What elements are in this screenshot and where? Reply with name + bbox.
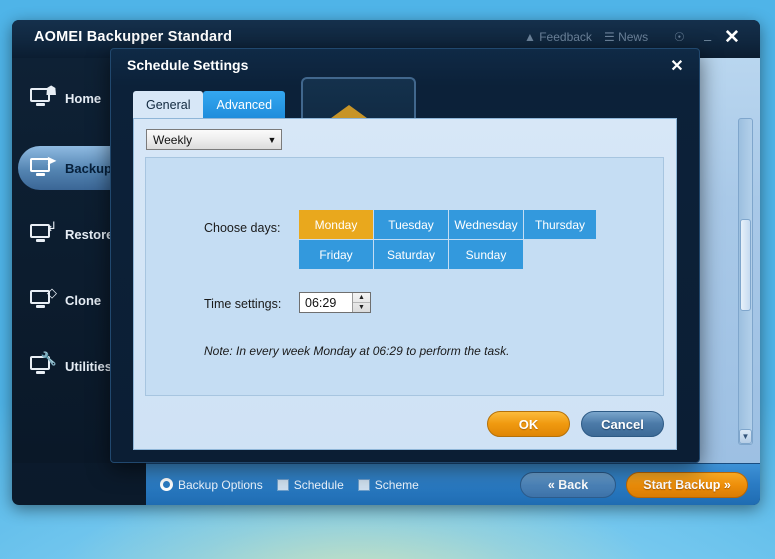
scrollbar-thumb[interactable] xyxy=(740,219,751,311)
gear-icon xyxy=(160,478,173,491)
time-stepper[interactable]: ▲ ▼ xyxy=(352,293,370,312)
dialog-tabs: General Advanced xyxy=(133,91,286,118)
checkbox-icon xyxy=(357,478,370,491)
choose-days-label: Choose days: xyxy=(204,221,281,235)
frequency-select[interactable]: Weekly ▼ xyxy=(146,129,282,150)
dialog-close-button[interactable]: ✕ xyxy=(667,57,687,77)
window-close-button[interactable]: ✕ xyxy=(720,26,744,50)
back-button[interactable]: « Back xyxy=(520,471,616,498)
tab-general[interactable]: General xyxy=(133,91,204,118)
day-button-sunday[interactable]: Sunday xyxy=(449,240,523,269)
day-button-friday[interactable]: Friday xyxy=(299,240,373,269)
monitor-restore-icon: ↲ xyxy=(30,220,57,245)
desktop-background: AOMEI Backupper Standard ▲ Feedback ☰ Ne… xyxy=(0,0,775,559)
time-input[interactable]: 06:29 ▲ ▼ xyxy=(299,292,371,313)
monitor-backup-icon: ➤ xyxy=(30,154,57,179)
day-button-thursday[interactable]: Thursday xyxy=(524,210,596,239)
sidebar-item-label: Restore xyxy=(65,226,114,242)
schedule-checkbox[interactable]: Schedule xyxy=(276,477,344,492)
scheme-checkbox[interactable]: Scheme xyxy=(357,477,419,492)
day-button-monday[interactable]: Monday xyxy=(299,210,373,239)
scroll-down-arrow[interactable]: ▼ xyxy=(739,429,752,444)
spin-up-icon[interactable]: ▲ xyxy=(353,293,370,303)
schedule-panel: Choose days: Monday Tuesday Wednesday Th… xyxy=(145,157,664,396)
frequency-value: Weekly xyxy=(153,132,193,147)
feedback-icon[interactable]: ▲ Feedback xyxy=(524,30,592,44)
sidebar-item-label: Home xyxy=(65,90,102,106)
minimize-button[interactable]: – xyxy=(704,32,711,47)
help-icon[interactable]: ☉ xyxy=(674,30,685,44)
schedule-label: Schedule xyxy=(293,477,344,492)
sidebar-item-label: Utilities xyxy=(65,358,112,374)
dialog-title: Schedule Settings xyxy=(127,57,249,73)
chevron-down-icon: ▼ xyxy=(267,134,277,145)
monitor-wrench-icon: 🔧 xyxy=(30,352,57,377)
scheme-label: Scheme xyxy=(374,477,419,492)
schedule-note: Note: In every week Monday at 06:29 to p… xyxy=(204,344,510,358)
backup-options-label: Backup Options xyxy=(178,477,263,492)
day-button-saturday[interactable]: Saturday xyxy=(374,240,448,269)
news-icon[interactable]: ☰ News xyxy=(604,30,648,44)
checkbox-icon xyxy=(276,478,289,491)
sidebar-item-label: Backup xyxy=(65,160,112,176)
ok-button[interactable]: OK xyxy=(487,411,570,437)
app-title: AOMEI Backupper Standard xyxy=(34,29,233,45)
day-selector: Monday Tuesday Wednesday Thursday Friday… xyxy=(299,210,596,269)
sidebar-item-label: Clone xyxy=(65,292,102,308)
content-scrollbar[interactable]: ▼ xyxy=(738,118,753,445)
day-button-wednesday[interactable]: Wednesday xyxy=(449,210,523,239)
dialog-body: Weekly ▼ Choose days: Monday Tuesday Wed… xyxy=(133,118,677,450)
monitor-home-icon: ☗ xyxy=(30,84,57,109)
spin-down-icon[interactable]: ▼ xyxy=(353,303,370,313)
start-backup-button[interactable]: Start Backup » xyxy=(626,471,748,498)
backup-options-button[interactable]: Backup Options xyxy=(160,478,263,492)
bottom-action-bar: Backup Options Schedule Scheme « Back St… xyxy=(146,463,760,505)
time-settings-label: Time settings: xyxy=(204,297,282,311)
tab-advanced[interactable]: Advanced xyxy=(203,91,286,118)
monitor-clone-icon: ◇ xyxy=(30,286,57,311)
dialog-buttons: OK Cancel xyxy=(487,411,664,437)
cancel-button[interactable]: Cancel xyxy=(581,411,664,437)
day-button-tuesday[interactable]: Tuesday xyxy=(374,210,448,239)
schedule-settings-dialog: Schedule Settings ✕ General Advanced Wee… xyxy=(110,48,700,463)
time-value: 06:29 xyxy=(305,295,337,310)
